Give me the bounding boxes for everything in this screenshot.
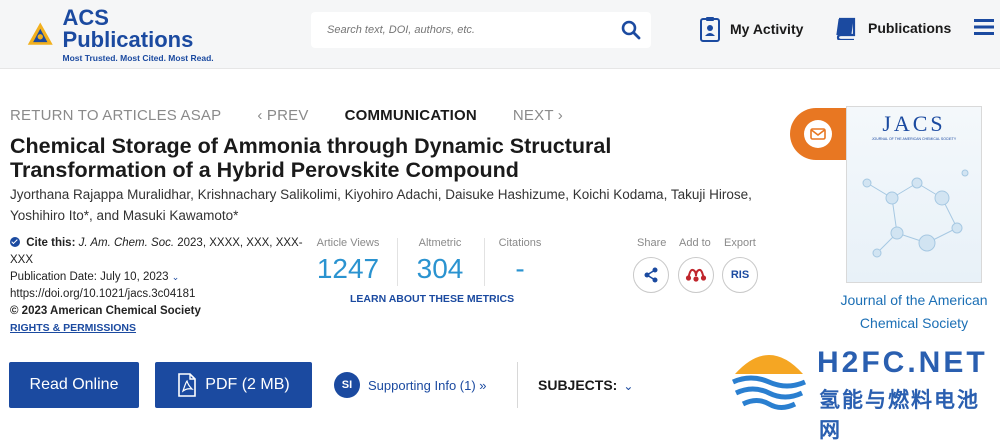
subjects-label: SUBJECTS: <box>538 377 618 393</box>
publications-link[interactable]: Publications <box>834 16 951 40</box>
pdf-button[interactable]: PDF (2 MB) <box>155 362 312 408</box>
publications-label: Publications <box>868 20 952 36</box>
watermark-main-text: H2FC.NET <box>817 346 988 379</box>
share-button[interactable] <box>633 257 669 293</box>
acs-logo[interactable]: ACS Publications Most Trusted. Most Cite… <box>26 5 226 63</box>
action-divider <box>517 362 518 408</box>
export-ris-button[interactable]: RIS <box>722 257 758 293</box>
subjects-dropdown[interactable]: SUBJECTS: ⌄ <box>538 377 633 393</box>
cite-journal: J. Am. Chem. Soc. <box>78 237 175 249</box>
check-circle-icon <box>10 237 20 247</box>
supporting-info-link[interactable]: SI Supporting Info (1) » <box>334 372 487 398</box>
share-icon <box>644 267 658 283</box>
metric-views-label: Article Views <box>316 237 380 249</box>
metric-citations-label: Citations <box>498 237 542 249</box>
article-title-line2: Transformation of a Hybrid Perovskite Co… <box>10 158 519 182</box>
search-icon[interactable] <box>619 18 643 42</box>
cover-subtitle: JOURNAL OF THE AMERICAN CHEMICAL SOCIETY <box>871 137 957 141</box>
article-navigation: RETURN TO ARTICLES ASAP ‹ PREV COMMUNICA… <box>10 107 599 124</box>
pdf-label: PDF (2 MB) <box>205 376 290 393</box>
book-icon <box>836 17 856 40</box>
article-title: Chemical Storage of Ammonia through Dyna… <box>10 134 710 182</box>
si-badge: SI <box>334 372 360 398</box>
cite-ref-cont: XXX <box>10 254 34 266</box>
metric-views-value: 1247 <box>316 253 380 284</box>
add-to-button[interactable] <box>678 257 714 293</box>
acs-logo-icon <box>27 22 53 45</box>
email-alert-button[interactable] <box>790 108 846 160</box>
journal-name-line2: Chemical Society <box>859 315 969 331</box>
cite-ref: 2023, XXXX, XXX, XXX- <box>177 237 303 249</box>
publication-date[interactable]: Publication Date: July 10, 2023 ⌄ <box>10 269 310 286</box>
metric-views: Article Views 1247 <box>314 237 382 285</box>
metric-altmetric-value: 304 <box>416 253 464 284</box>
read-online-button[interactable]: Read Online <box>9 362 139 408</box>
journal-cover[interactable]: JACS JOURNAL OF THE AMERICAN CHEMICAL SO… <box>846 106 982 283</box>
search-bar <box>311 12 651 48</box>
email-icon <box>810 128 826 140</box>
metric-citations-value: - <box>515 253 525 284</box>
site-header: ACS Publications Most Trusted. Most Cite… <box>0 0 1000 69</box>
chevron-down-icon: ⌄ <box>171 272 180 282</box>
logo-tagline: Most Trusted. Most Cited. Most Read. <box>62 53 214 63</box>
export-label: Export <box>724 237 756 249</box>
learn-metrics-link[interactable]: LEARN ABOUT THESE METRICS <box>350 293 514 305</box>
my-activity-label: My Activity <box>730 21 804 37</box>
copyright: © 2023 American Chemical Society <box>10 305 201 317</box>
next-link[interactable]: NEXT › <box>513 107 563 124</box>
metric-altmetric-label: Altmetric <box>418 237 462 249</box>
article-title-line1: Chemical Storage of Ammonia through Dyna… <box>10 134 612 158</box>
cover-molecule-image <box>862 169 969 258</box>
journal-name-line1: Journal of the American <box>840 292 988 308</box>
my-activity-link[interactable]: My Activity <box>700 16 803 42</box>
logo-title: ACS Publications <box>62 5 194 52</box>
author-list[interactable]: Jyorthana Rajappa Muralidhar, Krishnacha… <box>10 184 770 226</box>
authors-line2[interactable]: Yoshihiro Ito*, and Masuki Kawamoto* <box>10 205 770 226</box>
return-to-articles-link[interactable]: RETURN TO ARTICLES ASAP <box>10 107 221 124</box>
h2fc-watermark: H2FC.NET 氢能与燃料电池网 <box>727 338 1000 442</box>
rights-permissions-link[interactable]: RIGHTS & PERMISSIONS <box>10 322 136 334</box>
doi[interactable]: https://doi.org/10.1021/jacs.3c04181 <box>10 286 310 303</box>
ris-label: RIS <box>730 269 750 281</box>
authors-line1[interactable]: Jyorthana Rajappa Muralidhar, Krishnacha… <box>10 184 770 205</box>
metric-divider <box>397 238 398 286</box>
my-activity-icon <box>700 17 720 42</box>
cite-label[interactable]: Cite this: <box>26 237 75 249</box>
metric-citations: Citations - <box>497 237 543 285</box>
supporting-info-label: Supporting Info (1) » <box>368 377 487 393</box>
journal-name-link[interactable]: Journal of the American Chemical Society <box>826 289 1000 335</box>
hamburger-menu-icon[interactable] <box>974 18 994 36</box>
prev-link[interactable]: ‹ PREV <box>257 107 308 124</box>
cover-title: JACS <box>882 111 946 136</box>
add-to-label: Add to <box>679 237 711 249</box>
pdf-icon <box>178 373 197 397</box>
chevron-down-icon: ⌄ <box>623 379 634 393</box>
h2fc-logo-icon <box>731 341 807 415</box>
mendeley-icon <box>685 268 707 282</box>
share-label: Share <box>637 237 667 249</box>
search-input[interactable] <box>325 23 609 37</box>
metric-altmetric[interactable]: Altmetric 304 <box>410 237 470 285</box>
watermark-sub-text: 氢能与燃料电池网 <box>819 389 980 442</box>
publication-date-text: Publication Date: July 10, 2023 <box>10 271 169 283</box>
metric-divider <box>484 238 485 286</box>
article-type: COMMUNICATION <box>344 107 477 124</box>
citation-block: Cite this: J. Am. Chem. Soc. 2023, XXXX,… <box>10 235 310 337</box>
